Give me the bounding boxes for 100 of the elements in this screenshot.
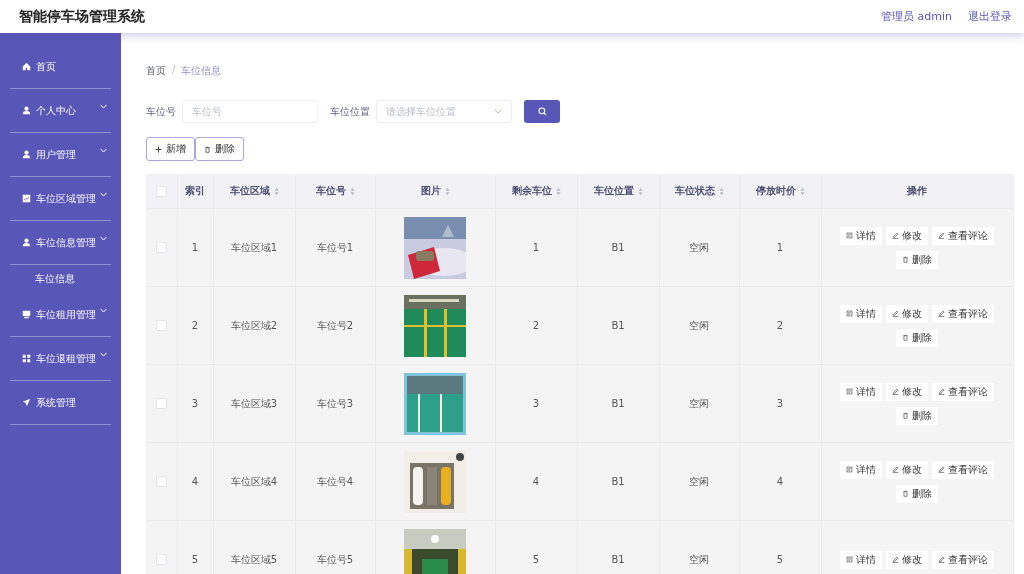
sort-icon[interactable]: [555, 186, 561, 196]
row-action-button[interactable]: 查看评论: [932, 304, 994, 323]
table-cell: B1: [611, 242, 625, 253]
row-action-button[interactable]: 修改: [886, 382, 928, 401]
person-icon: [22, 238, 31, 247]
field-label: 车位号: [146, 104, 176, 119]
table-cell: 4: [532, 476, 540, 487]
row-action-button[interactable]: 删除: [896, 250, 938, 269]
table-cell: 3: [532, 398, 540, 409]
column-header: 索引: [185, 184, 205, 198]
sidebar-item[interactable]: 车位租用管理: [10, 293, 111, 337]
document-icon: [846, 466, 853, 473]
field-label: 车位位置: [330, 104, 370, 119]
edit-icon: [892, 388, 899, 395]
grid-icon: [22, 354, 31, 363]
table-cell: 3: [776, 398, 784, 409]
submenu-item[interactable]: 车位信息: [0, 265, 121, 293]
row-action-button[interactable]: 详情: [840, 226, 882, 245]
delete-button[interactable]: 删除: [195, 137, 244, 161]
table-cell: 4: [191, 476, 199, 487]
checkbox[interactable]: [155, 554, 167, 566]
sort-icon[interactable]: [799, 186, 805, 196]
edit-icon: [938, 310, 945, 317]
logout-link[interactable]: 退出登录: [968, 9, 1012, 24]
chevron-icon[interactable]: [100, 148, 107, 153]
sort-icon[interactable]: [273, 186, 279, 196]
admin-link[interactable]: 管理员 admin: [881, 9, 952, 24]
sort-icon[interactable]: [718, 186, 724, 196]
search-button[interactable]: [524, 100, 560, 123]
checkbox[interactable]: [155, 398, 167, 410]
row-action-button[interactable]: 删除: [896, 406, 938, 425]
table-cell: 4: [776, 476, 784, 487]
sidebar-item[interactable]: 系统管理: [10, 381, 111, 425]
row-action-button[interactable]: 详情: [840, 550, 882, 569]
chevron-icon[interactable]: [100, 236, 107, 241]
column-header[interactable]: 车位位置: [593, 184, 634, 198]
table-cell: 车位区域4: [230, 475, 278, 487]
edit-icon: [892, 466, 899, 473]
edit-icon: [892, 310, 899, 317]
breadcrumb-item[interactable]: 首页: [146, 64, 166, 78]
table-cell: 1: [776, 242, 784, 253]
sidebar-item[interactable]: 车位信息管理: [10, 221, 111, 265]
table-cell: 车位区域1: [230, 241, 278, 253]
chevron-icon[interactable]: [100, 308, 107, 313]
sort-icon[interactable]: [637, 186, 643, 196]
checkbox[interactable]: [155, 476, 167, 488]
person-icon: [22, 150, 31, 159]
row-action-button[interactable]: 查看评论: [932, 226, 994, 245]
sort-icon[interactable]: [444, 186, 450, 196]
checkbox[interactable]: [155, 185, 167, 197]
sidebar-item[interactable]: 首页: [10, 45, 111, 89]
sidebar-item[interactable]: 个人中心: [10, 89, 111, 133]
sidebar-item[interactable]: 车位区域管理: [10, 177, 111, 221]
edit-icon: [938, 388, 945, 395]
trash-icon: [902, 334, 909, 341]
chevron-icon[interactable]: [100, 352, 107, 357]
table-cell: 1: [191, 242, 199, 253]
column-header[interactable]: 剩余车位: [511, 184, 552, 198]
row-action-button[interactable]: 详情: [840, 460, 882, 479]
table-cell: 5: [191, 554, 199, 565]
row-action-button[interactable]: 详情: [840, 304, 882, 323]
chevron-icon[interactable]: [100, 192, 107, 197]
row-action-button[interactable]: 删除: [896, 484, 938, 503]
table-cell: B1: [611, 398, 625, 409]
plus-icon: [155, 145, 162, 153]
row-action-button[interactable]: 查看评论: [932, 460, 994, 479]
edit-icon: [892, 556, 899, 563]
table-cell: 车位区域5: [230, 553, 278, 565]
sidebar-item[interactable]: 车位退租管理: [10, 337, 111, 381]
chart-icon: [22, 194, 31, 203]
table-cell: 空闲: [689, 397, 709, 409]
sort-icon[interactable]: [349, 186, 355, 196]
row-action-button[interactable]: 修改: [886, 304, 928, 323]
column-header[interactable]: 车位号: [315, 184, 346, 198]
table-cell: 1: [532, 242, 540, 253]
chevron-icon[interactable]: [100, 104, 107, 109]
checkbox[interactable]: [155, 320, 167, 332]
edit-icon: [938, 556, 945, 563]
row-action-button[interactable]: 查看评论: [932, 550, 994, 569]
column-header[interactable]: 车位区域: [229, 184, 270, 198]
row-action-button[interactable]: 删除: [896, 328, 938, 347]
add-button[interactable]: 新增: [146, 137, 195, 161]
column-header[interactable]: 停放时价: [755, 184, 796, 198]
document-icon: [846, 232, 853, 239]
edit-icon: [938, 232, 945, 239]
row-action-button[interactable]: 详情: [840, 382, 882, 401]
table-cell: 3: [191, 398, 199, 409]
breadcrumb-separator: /: [172, 64, 176, 77]
row-action-button[interactable]: 修改: [886, 550, 928, 569]
row-action-button[interactable]: 修改: [886, 226, 928, 245]
trash-icon: [204, 145, 211, 153]
app-title: 智能停车场管理系统: [19, 7, 145, 26]
row-action-button[interactable]: 查看评论: [932, 382, 994, 401]
column-header[interactable]: 图片: [420, 184, 441, 198]
checkbox[interactable]: [155, 242, 167, 254]
row-action-button[interactable]: 修改: [886, 460, 928, 479]
sidebar-item[interactable]: 用户管理: [10, 133, 111, 177]
table-cell: 车位区域2: [230, 319, 278, 331]
document-icon: [846, 310, 853, 317]
table-cell: 2: [191, 320, 199, 331]
